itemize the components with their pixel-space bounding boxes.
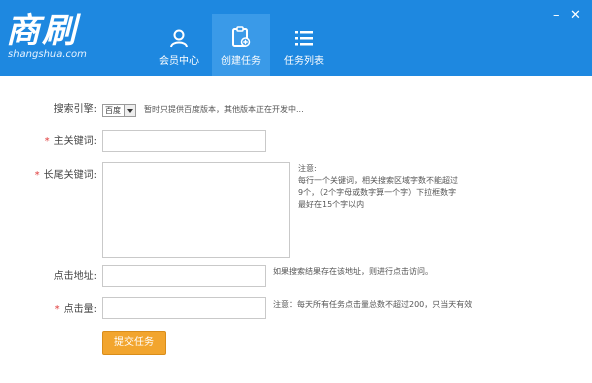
nav-create-task[interactable]: 创建任务 (212, 14, 270, 76)
long-keyword-label-text: 长尾关键词: (43, 170, 97, 181)
click-url-label: 点击地址: (53, 271, 97, 282)
long-keyword-textarea[interactable] (102, 162, 290, 258)
main-keyword-label-text: 主关键词: (53, 136, 97, 147)
required-mark: * (54, 304, 60, 315)
submit-task-button[interactable]: 提交任务 (102, 331, 166, 355)
engine-select-value: 百度 (105, 106, 121, 115)
nav-member-center[interactable]: 会员中心 (150, 18, 208, 76)
close-button[interactable]: ✕ (570, 9, 581, 22)
click-count-input[interactable] (102, 297, 266, 319)
nav-task-list[interactable]: 任务列表 (275, 18, 333, 76)
note-line-3: 最好在15个字以内 (298, 200, 365, 209)
clipboard-add-icon (232, 26, 251, 47)
nav-create-task-label: 创建任务 (221, 56, 261, 67)
list-icon (295, 31, 313, 46)
note-title: 注意: (298, 164, 317, 173)
click-url-input[interactable] (102, 265, 266, 287)
engine-label: 搜索引擎: (53, 104, 97, 115)
logo: 商刷 (6, 11, 78, 51)
click-count-label: * 点击量: (27, 304, 97, 316)
user-icon (170, 29, 188, 48)
required-mark: * (34, 170, 40, 181)
engine-select[interactable]: 百度 (102, 104, 136, 117)
app-header: 商刷 shangshua.com 会员中心 创建任务 任务列表 – ✕ (0, 0, 592, 76)
note-line-2: 9个，（2个字母或数字算一个字）下拉框数字 (298, 188, 457, 197)
nav-task-list-label: 任务列表 (284, 56, 324, 67)
engine-note: 暂时只提供百度版本，其他版本正在开发中... (144, 105, 304, 114)
main-keyword-input[interactable] (102, 130, 266, 152)
click-count-note: 注意：每天所有任务点击量总数不超过200，只当天有效 (273, 300, 473, 309)
long-keyword-label: * 长尾关键词: (27, 170, 97, 182)
click-count-label-text: 点击量: (63, 304, 97, 315)
logo-domain: shangshua.com (8, 49, 87, 60)
required-mark: * (44, 136, 50, 147)
chevron-down-icon (124, 105, 135, 116)
nav-member-center-label: 会员中心 (159, 56, 199, 67)
minimize-button[interactable]: – (553, 9, 560, 22)
click-url-note: 如果搜索结果存在该地址，则进行点击访问。 (273, 267, 433, 276)
note-line-1: 每行一个关键词，相关搜索区域字数不能超过 (298, 176, 458, 185)
long-keyword-note: 注意: 每行一个关键词，相关搜索区域字数不能超过 9个，（2个字母或数字算一个字… (298, 163, 458, 211)
main-keyword-label: * 主关键词: (27, 136, 97, 148)
